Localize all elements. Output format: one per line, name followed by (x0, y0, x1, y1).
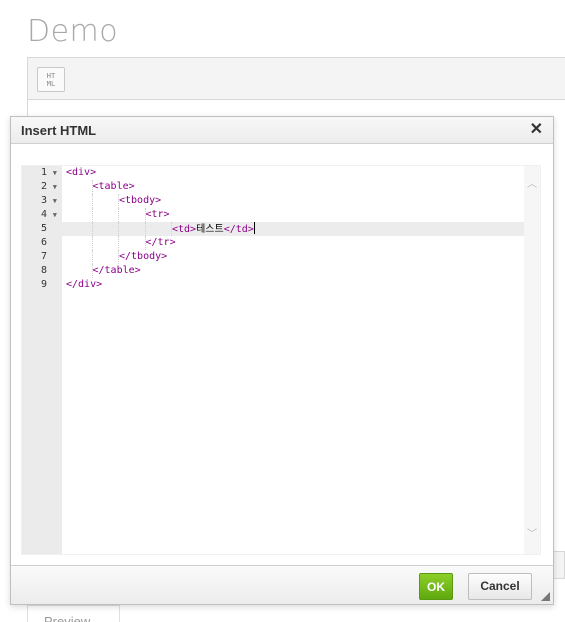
html-tag-token: </td> (223, 224, 254, 235)
line-number: 5 (22, 222, 62, 236)
line-number-text: 5 (40, 223, 47, 234)
line-number: 7 (22, 250, 62, 264)
html-tag-token: <table> (92, 181, 135, 192)
line-number: 2 ▼ (22, 180, 62, 194)
html-tag-token: <td> (172, 224, 197, 235)
code-line: <tr> (146, 208, 170, 222)
scroll-down-icon[interactable]: ﹀ (527, 530, 537, 540)
indent-guide (118, 236, 119, 250)
text-caret (253, 222, 255, 234)
fold-arrow-icon[interactable]: ▼ (53, 194, 57, 208)
line-number: 3 ▼ (22, 194, 62, 208)
line-number-text: 9 (40, 279, 47, 290)
dialog-footer: OK Cancel (11, 565, 553, 604)
code-editor[interactable]: 1 ▼ 2 ▼ 3 ▼ 4 ▼ 5 6 7 8 9 <div> <table> <tbody> <tr> <td… (21, 165, 541, 555)
indent-guide (91, 222, 93, 236)
html-tag-token: </tr> (145, 237, 176, 248)
line-number-gutter: 1 ▼ 2 ▼ 3 ▼ 4 ▼ 5 6 7 8 9 (22, 166, 62, 554)
html-tag-token: <div> (66, 167, 97, 178)
indent-guide (91, 236, 93, 250)
line-number-text: 3 (40, 195, 47, 206)
line-number-text: 1 (40, 167, 47, 178)
fold-arrow-icon[interactable]: ▼ (53, 208, 57, 222)
scroll-up-icon[interactable]: ︿ (527, 180, 537, 190)
code-line: </tbody> (119, 250, 167, 264)
preview-tab[interactable]: Preview (27, 605, 120, 622)
insert-html-dialog: Insert HTML ✕ 1 ▼ 2 ▼ 3 ▼ 4 ▼ 5 6 7 8 9 <div> <table>… (10, 116, 554, 605)
indent-guide (91, 194, 93, 208)
html-tag-token: </table> (92, 265, 141, 276)
code-line: <table> (93, 180, 135, 194)
html-source-button[interactable]: HT ML (37, 67, 65, 92)
code-line: <div> (66, 166, 96, 180)
line-number-text: 6 (40, 237, 47, 248)
indent-guide (91, 208, 93, 222)
dialog-header: Insert HTML ✕ (11, 117, 553, 144)
line-number: 1 ▼ (22, 166, 62, 180)
code-line: </tr> (146, 236, 176, 250)
vertical-scrollbar[interactable]: ︿ ﹀ (524, 166, 540, 554)
text-token: 테스트 (196, 224, 224, 235)
line-number-text: 2 (40, 181, 47, 192)
fold-arrow-icon[interactable]: ▼ (53, 166, 57, 180)
html-tag-token: <tbody> (119, 195, 162, 206)
dialog-title: Insert HTML (21, 123, 97, 138)
code-line: <tbody> (119, 194, 161, 208)
line-number-text: 8 (40, 265, 47, 276)
indent-guide (91, 250, 93, 264)
editor-toolbar: HT ML (27, 57, 565, 100)
html-tag-token: </tbody> (119, 251, 168, 262)
code-lines[interactable]: <div> <table> <tbody> <tr> <td>테스트</td> </tr>… (66, 166, 526, 554)
indent-guide (118, 222, 119, 236)
resize-handle-icon[interactable] (541, 592, 550, 601)
code-line: </div> (66, 278, 102, 292)
page-title: Demo (27, 14, 119, 49)
preview-tab-label: Preview (44, 614, 91, 622)
line-number-text: 4 (40, 209, 47, 220)
indent-guide (118, 208, 119, 222)
cancel-button[interactable]: Cancel (468, 573, 532, 600)
line-number-text: 7 (40, 251, 47, 262)
line-number: 9 (22, 278, 62, 292)
html-tag-token: </div> (66, 279, 103, 290)
line-number: 8 (22, 264, 62, 278)
code-line: <td>테스트</td> (172, 222, 255, 236)
code-line: </table> (93, 264, 141, 278)
ok-button[interactable]: OK (419, 573, 453, 600)
line-number: 4 ▼ (22, 208, 62, 222)
fold-arrow-icon[interactable]: ▼ (53, 180, 57, 194)
indent-guide (144, 222, 146, 236)
line-number: 6 (22, 236, 62, 250)
html-tag-token: <tr> (145, 209, 170, 220)
close-icon[interactable]: ✕ (530, 120, 543, 140)
